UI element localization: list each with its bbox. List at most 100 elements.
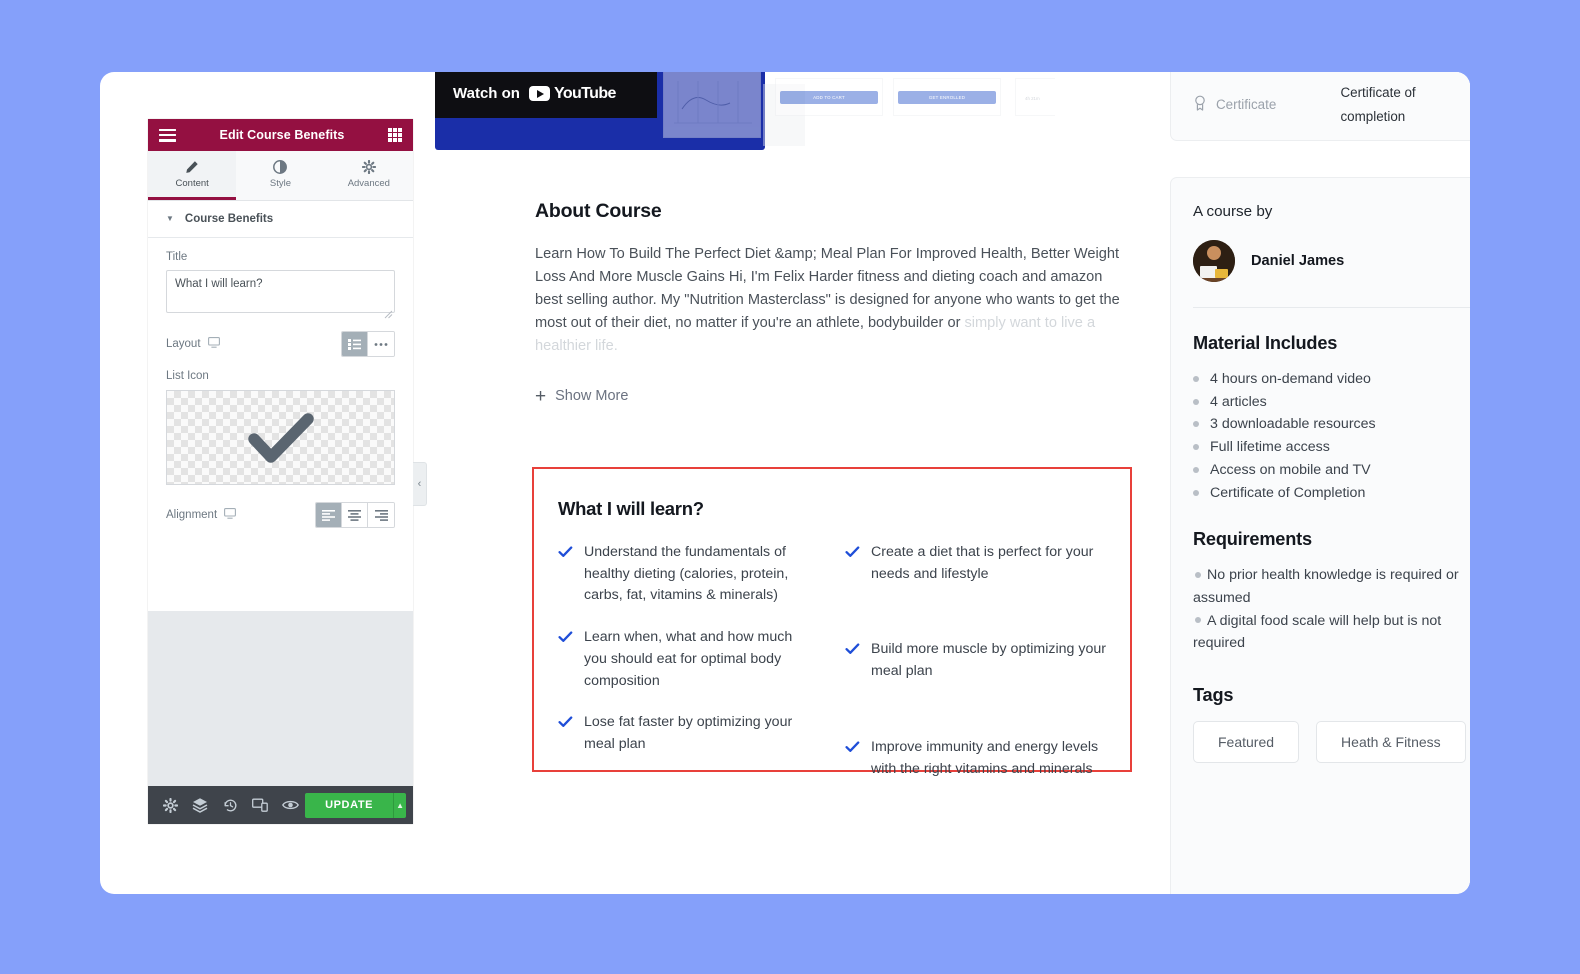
benefit-item: Understand the fundamentals of healthy d… <box>558 542 819 607</box>
layout-choices <box>341 331 395 357</box>
checkmark-icon <box>247 412 314 463</box>
section-course-benefits[interactable]: ▼ Course Benefits <box>148 201 413 238</box>
layout-option-list[interactable] <box>342 332 368 356</box>
list-item: 3 downloadable resources <box>1193 413 1470 436</box>
tab-style-label: Style <box>269 177 292 189</box>
youtube-logo: YouTube <box>528 84 616 103</box>
list-item-label: Full lifetime access <box>1210 439 1330 456</box>
benefit-item: Learn when, what and how much you should… <box>558 627 819 692</box>
list-item: Full lifetime access <box>1193 436 1470 459</box>
preview-changes-button[interactable] <box>275 786 305 824</box>
align-center-option[interactable] <box>342 503 368 527</box>
bullet-icon <box>1193 398 1199 405</box>
settings-button[interactable] <box>155 786 185 824</box>
tab-style[interactable]: Style <box>236 151 325 200</box>
update-button[interactable]: UPDATE <box>305 792 395 818</box>
benefit-item: Create a diet that is perfect for your n… <box>845 542 1106 585</box>
check-icon <box>845 642 860 660</box>
align-left-option[interactable] <box>316 503 342 527</box>
navigator-button[interactable] <box>185 786 215 824</box>
benefit-text: Learn when, what and how much you should… <box>584 629 793 689</box>
list-icon-label: List Icon <box>166 370 209 382</box>
browser-window-card: LMS Plugin Watch on YouTube <box>100 72 1470 894</box>
list-item-label: No prior health knowledge is required or… <box>1193 567 1459 607</box>
about-course-heading: About Course <box>535 200 662 222</box>
update-options-caret-up-icon[interactable]: ▲ <box>394 792 407 818</box>
certificate-award-icon <box>1193 95 1207 114</box>
author-row[interactable]: Daniel James <box>1193 240 1470 282</box>
layout-option-inline[interactable] <box>368 332 394 356</box>
tab-content[interactable]: Content <box>148 151 237 200</box>
tag-health-fitness[interactable]: Heath & Fitness <box>1316 721 1466 764</box>
responsive-mode-button[interactable] <box>245 786 275 824</box>
align-right-option[interactable] <box>368 503 394 527</box>
benefit-item: Improve immunity and energy levels with … <box>845 737 1106 780</box>
material-includes-heading: Material Includes <box>1193 333 1338 353</box>
plus-icon: + <box>535 385 547 407</box>
certificate-label: Certificate <box>1216 97 1277 113</box>
desktop-icon[interactable] <box>207 337 220 351</box>
control-layout: Layout <box>148 318 413 357</box>
show-more-label: Show More <box>555 388 629 405</box>
bullet-icon <box>1195 571 1201 578</box>
benefits-right-column: Create a diet that is perfect for your n… <box>845 542 1106 780</box>
benefit-item: Lose fat faster by optimizing your meal … <box>558 712 819 755</box>
history-button[interactable] <box>215 786 245 824</box>
material-includes-list: 4 hours on-demand video 4 articles 3 dow… <box>1193 368 1470 504</box>
widgets-grid-icon[interactable] <box>388 128 402 142</box>
bullet-icon <box>1193 376 1199 382</box>
bullet-icon <box>1195 617 1201 623</box>
benefit-text: Build more muscle by optimizing your mea… <box>871 641 1106 680</box>
list-icon-media-preview[interactable] <box>166 390 395 485</box>
check-icon <box>845 740 860 758</box>
tags-row: Featured Heath & Fitness <box>1193 721 1470 764</box>
about-course-body: Learn How To Build The Perfect Diet &amp… <box>535 243 1125 358</box>
desktop-icon[interactable] <box>224 508 237 522</box>
divider <box>1193 307 1470 308</box>
bullet-icon <box>1193 444 1199 451</box>
panel-tabs: Content Style Advanced <box>148 151 413 201</box>
requirements-heading: Requirements <box>1193 529 1312 550</box>
list-item-label: Access on mobile and TV <box>1210 461 1371 478</box>
benefits-left-column: Understand the fundamentals of healthy d… <box>558 542 819 780</box>
benefit-text: Improve immunity and energy levels with … <box>871 738 1099 777</box>
layout-label: Layout <box>166 338 201 350</box>
tag-featured[interactable]: Featured <box>1193 721 1300 764</box>
gear-icon <box>361 159 376 174</box>
certificate-label-row: Certificate <box>1193 81 1330 129</box>
certificate-card: Certificate Certificate of completion <box>1170 72 1470 141</box>
youtube-wordmark: YouTube <box>553 84 616 102</box>
show-more-button[interactable]: + Show More <box>535 387 1125 406</box>
title-input[interactable] <box>166 270 395 313</box>
elementor-editor-panel: Edit Course Benefits Content Style Advan… <box>148 119 413 824</box>
a-course-by-heading: A course by <box>1193 203 1273 220</box>
certificate-value: Certificate of completion <box>1340 85 1416 124</box>
list-item: Access on mobile and TV <box>1193 459 1470 482</box>
control-list-icon: List Icon <box>148 357 413 485</box>
caret-down-icon: ▼ <box>166 214 174 223</box>
course-benefits-widget[interactable]: What I will learn? Understand the fundam… <box>532 467 1132 777</box>
tab-content-label: Content <box>175 177 209 189</box>
panel-body: ▼ Course Benefits Title Layout <box>148 201 413 786</box>
tab-advanced[interactable]: Advanced <box>324 151 413 200</box>
panel-empty-area <box>148 611 413 786</box>
ghost-thumbnail-buttons: ADD TO CART GET ENROLLED 4h 21m 3,444 $2… <box>775 72 1055 132</box>
list-item-label: A digital food scale will help but is no… <box>1193 612 1442 652</box>
benefit-text: Create a diet that is perfect for your n… <box>871 544 1094 582</box>
panel-title: Edit Course Benefits <box>219 128 345 142</box>
tab-advanced-label: Advanced <box>347 177 390 189</box>
list-item: 4 articles <box>1193 391 1470 414</box>
alignment-choices <box>315 502 395 528</box>
watch-on-youtube-badge[interactable]: Watch on YouTube <box>435 72 657 118</box>
author-name: Daniel James <box>1251 253 1345 269</box>
panel-footer-toolbar: UPDATE ▲ <box>148 786 413 824</box>
benefit-text: Understand the fundamentals of healthy d… <box>584 544 789 604</box>
requirements-list: No prior health knowledge is required or… <box>1193 564 1470 655</box>
panel-collapse-handle[interactable]: ‹ <box>413 462 427 506</box>
course-video-strip: LMS Plugin Watch on YouTube <box>435 72 1055 150</box>
control-alignment: Alignment <box>148 485 413 528</box>
list-item: No prior health knowledge is required or… <box>1193 564 1470 609</box>
list-item-label: Certificate of Completion <box>1210 484 1366 501</box>
hamburger-menu-icon[interactable] <box>159 128 176 142</box>
bullet-icon <box>1193 421 1199 428</box>
